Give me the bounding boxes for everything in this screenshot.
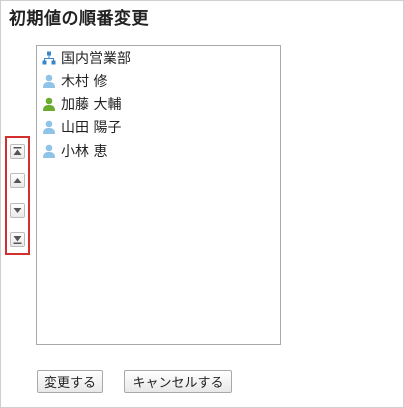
page-title: 初期値の順番変更	[9, 9, 149, 29]
move-up-icon	[13, 178, 22, 183]
list-item-label: 加藤 大輔	[61, 97, 122, 113]
list-item-label: 山田 陽子	[61, 120, 122, 136]
organization-icon	[41, 50, 57, 66]
dialog-panel: 初期値の順番変更 国内営業部 木村 修 加藤 大輔 山田 陽子 小林 恵 変更す…	[0, 0, 404, 408]
list-item[interactable]: 加藤 大輔	[41, 93, 121, 115]
list-item-label: 小林 恵	[61, 144, 108, 160]
order-controls	[5, 136, 30, 255]
move-to-top-button[interactable]	[10, 144, 25, 159]
list-item[interactable]: 小林 恵	[41, 140, 107, 162]
move-to-bottom-icon	[13, 236, 22, 244]
user-icon	[41, 73, 57, 89]
move-to-bottom-button[interactable]	[10, 232, 25, 247]
move-down-button[interactable]	[10, 203, 25, 218]
order-listbox[interactable]: 国内営業部 木村 修 加藤 大輔 山田 陽子 小林 恵	[36, 45, 281, 345]
move-up-button[interactable]	[10, 173, 25, 188]
list-item-label: 木村 修	[61, 74, 108, 90]
user-icon	[41, 143, 57, 159]
list-item[interactable]: 国内営業部	[41, 47, 131, 69]
list-item[interactable]: 木村 修	[41, 70, 107, 92]
cancel-button[interactable]: キャンセルする	[124, 370, 232, 393]
user-icon	[41, 96, 57, 112]
user-icon	[41, 119, 57, 135]
list-item[interactable]: 山田 陽子	[41, 116, 121, 138]
move-to-top-icon	[13, 147, 22, 155]
list-item-label: 国内営業部	[61, 51, 131, 67]
save-button[interactable]: 変更する	[37, 370, 103, 393]
move-down-icon	[13, 208, 22, 213]
